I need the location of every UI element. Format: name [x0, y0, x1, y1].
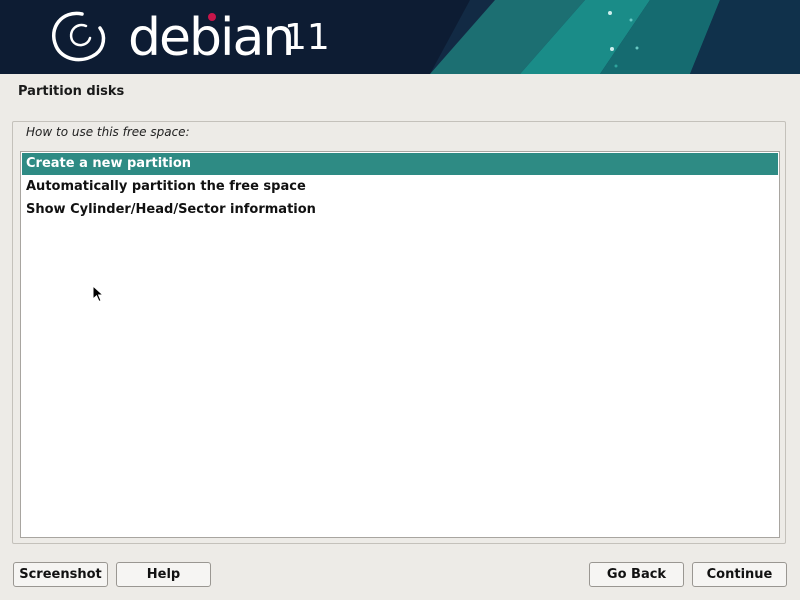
- option-auto-partition-free-space[interactable]: Automatically partition the free space: [22, 176, 778, 198]
- continue-button[interactable]: Continue: [692, 562, 787, 587]
- options-listbox[interactable]: Create a new partition Automatically par…: [20, 151, 780, 538]
- option-create-new-partition[interactable]: Create a new partition: [22, 153, 778, 175]
- option-show-chs-information[interactable]: Show Cylinder/Head/Sector information: [22, 199, 778, 221]
- page-title: Partition disks: [18, 84, 125, 99]
- screenshot-button[interactable]: Screenshot: [13, 562, 108, 587]
- installer-banner: debian 11: [0, 0, 800, 74]
- go-back-button[interactable]: Go Back: [589, 562, 684, 587]
- help-button[interactable]: Help: [116, 562, 211, 587]
- question-prompt: How to use this free space:: [26, 125, 190, 139]
- banner-background: [0, 0, 800, 74]
- debian-wordmark: debian: [128, 8, 295, 68]
- debian-version: 11: [284, 17, 330, 58]
- mouse-cursor-icon: [92, 285, 104, 303]
